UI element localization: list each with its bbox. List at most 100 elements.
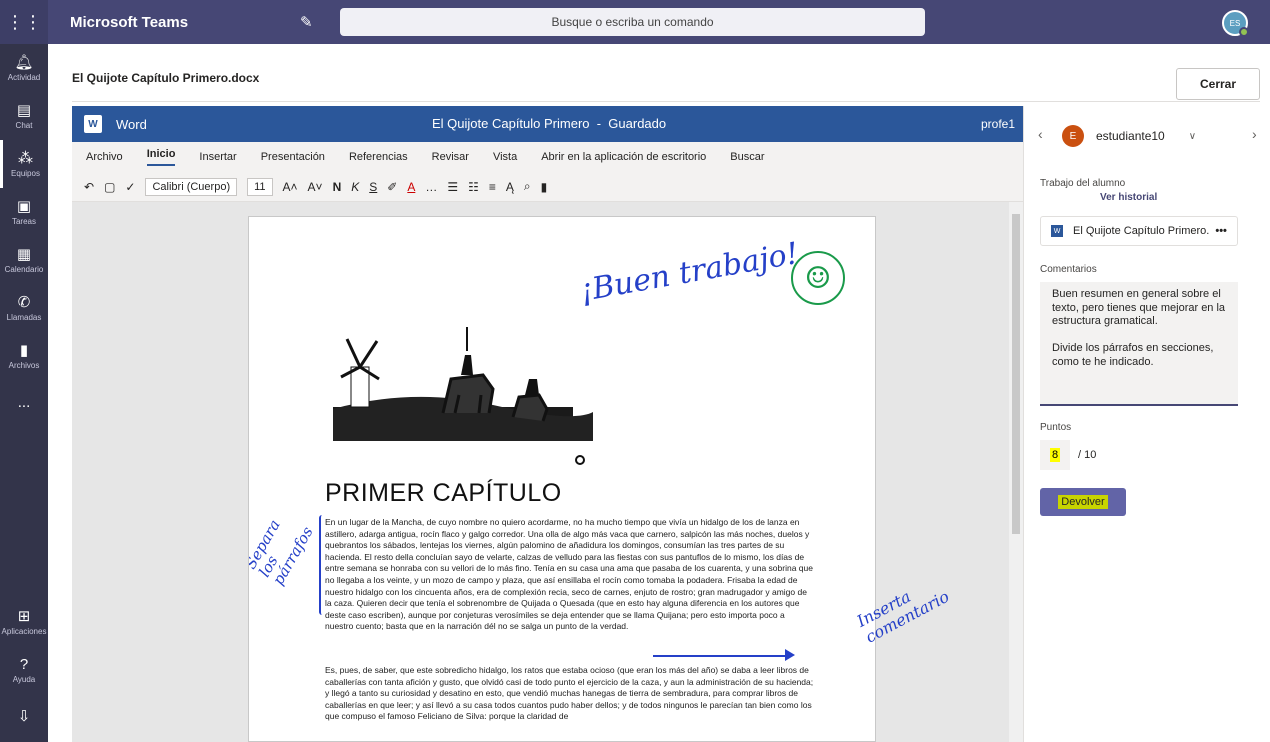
align-icon[interactable]: ≡ — [489, 180, 496, 194]
main-area: El Quijote Capítulo Primero.docx Cerrar … — [48, 44, 1270, 742]
download-icon: ⇩ — [17, 708, 31, 725]
tab-revisar[interactable]: Revisar — [432, 151, 469, 163]
rail-more-button[interactable]: ... — [0, 380, 48, 428]
styles-icon[interactable]: Ą — [506, 180, 514, 194]
rail-item-chat[interactable]: ▤ Chat — [0, 92, 48, 140]
tab-insertar[interactable]: Insertar — [199, 151, 236, 163]
quijote-illustration — [333, 327, 593, 441]
presence-icon — [1239, 27, 1249, 37]
rail-item-calls[interactable]: ✆ Llamadas — [0, 284, 48, 332]
word-file-icon: W — [1051, 225, 1063, 237]
ink-smiley: ☺ — [791, 251, 845, 305]
calendar-icon: ▦ — [16, 245, 32, 263]
left-rail: 🔔︎ Actividad ▤ Chat ⁂ Equipos ▣ Tareas ▦ Cale… — [0, 44, 48, 742]
points-max: / 10 — [1078, 449, 1097, 461]
files-icon: ▮ — [19, 341, 29, 359]
more-options-icon[interactable]: ••• — [1215, 225, 1227, 237]
bold-icon[interactable]: N — [333, 180, 342, 194]
apps-icon: ⊞ — [17, 607, 31, 625]
rail-item-teams[interactable]: ⁂ Equipos — [0, 140, 48, 188]
tab-presentacion[interactable]: Presentación — [261, 151, 325, 163]
search-input[interactable]: Busque o escriba un comando — [340, 8, 925, 36]
points-label: Puntos — [1040, 422, 1072, 433]
word-user[interactable]: profe1 — [981, 117, 1015, 131]
document-page[interactable]: PRIMER CAPÍTULO En un lugar de la Mancha… — [248, 216, 876, 742]
ink-left-note: Separa los párrafos — [248, 516, 317, 589]
word-app-label: Word — [116, 116, 147, 132]
document-canvas: PRIMER CAPÍTULO En un lugar de la Mancha… — [72, 202, 1023, 742]
points-input[interactable]: 8 — [1040, 440, 1070, 470]
bell-icon: 🔔︎ — [14, 53, 34, 71]
document-file-name: El Quijote Capítulo Primero.docx — [72, 71, 260, 85]
document-bar: El Quijote Capítulo Primero.docx Cerrar — [72, 56, 1260, 102]
top-bar: ⋮⋮ Microsoft Teams ✎ Busque o escriba un… — [0, 0, 1270, 44]
chevron-down-icon[interactable]: ∨ — [1189, 131, 1196, 142]
paragraph-2: Es, pues, de saber, que este sobredicho … — [325, 665, 814, 722]
help-icon: ? — [19, 655, 29, 673]
underline-icon[interactable]: S — [369, 180, 377, 194]
bullets-icon[interactable]: ☰ — [447, 180, 458, 194]
rail-item-download[interactable]: ⇩ — [0, 694, 48, 742]
tab-buscar[interactable]: Buscar — [730, 151, 764, 163]
scrollbar-thumb[interactable] — [1012, 214, 1020, 534]
ink-arrow-head-icon — [785, 649, 795, 661]
word-doc-title[interactable]: El Quijote Capítulo Primero - Guardado — [432, 116, 666, 131]
ink-arrow — [653, 655, 789, 657]
file-card-name: El Quijote Capítulo Primero. — [1073, 225, 1210, 237]
ink-bracket — [319, 515, 325, 615]
clipboard-icon[interactable]: ▢ — [104, 180, 115, 194]
dictate-icon[interactable]: ▮ — [541, 180, 548, 194]
grow-font-icon[interactable]: A˄ — [283, 180, 298, 194]
close-button[interactable]: Cerrar — [1176, 68, 1260, 100]
shrink-font-icon[interactable]: A˅ — [308, 180, 323, 194]
paragraph-1: En un lugar de la Mancha, de cuyo nombre… — [325, 517, 813, 632]
student-name: estudiante10 — [1096, 129, 1165, 143]
tab-open-desktop[interactable]: Abrir en la aplicación de escritorio — [541, 151, 706, 163]
rail-item-calendar[interactable]: ▦ Calendario — [0, 236, 48, 284]
rail-item-activity[interactable]: 🔔︎ Actividad — [0, 44, 48, 92]
vertical-scrollbar[interactable] — [1009, 202, 1023, 742]
italic-icon[interactable]: K — [351, 180, 359, 194]
font-color-icon[interactable]: A — [407, 180, 415, 194]
ribbon-tabs: Archivo Inicio Insertar Presentación Ref… — [72, 142, 1023, 172]
assignments-icon: ▣ — [16, 197, 32, 215]
more-icon[interactable]: … — [425, 180, 437, 194]
font-name-select[interactable]: Calibri (Cuerpo) — [145, 177, 238, 196]
history-link[interactable]: Ver historial — [1100, 192, 1157, 203]
ribbon-toolbar: ↶ ▢ ✓ Calibri (Cuerpo) 11 A˄ A˅ N K S ✐ … — [72, 172, 1023, 202]
grading-panel: ‹ E estudiante10 ∨ › Trabajo del alumno … — [1023, 106, 1270, 742]
font-size-select[interactable]: 11 — [247, 177, 273, 196]
tab-archivo[interactable]: Archivo — [86, 151, 123, 163]
return-button[interactable]: Devolver — [1040, 488, 1126, 516]
find-icon[interactable]: ⌕ — [524, 179, 531, 194]
work-label: Trabajo del alumno — [1040, 178, 1126, 189]
rail-item-assignments[interactable]: ▣ Tareas — [0, 188, 48, 236]
word-editor: W Word El Quijote Capítulo Primero - Gua… — [72, 106, 1023, 742]
app-title: Microsoft Teams — [70, 13, 189, 31]
rail-item-files[interactable]: ▮ Archivos — [0, 332, 48, 380]
numbering-icon[interactable]: ☷ — [468, 180, 479, 194]
comment-textarea[interactable]: Buen resumen en general sobre el texto, … — [1040, 282, 1238, 406]
tab-inicio[interactable]: Inicio — [146, 148, 176, 166]
tab-referencias[interactable]: Referencias — [349, 151, 408, 163]
phone-icon: ✆ — [17, 293, 31, 311]
highlight-icon[interactable]: ✐ — [387, 180, 397, 194]
file-card[interactable]: W El Quijote Capítulo Primero. ••• — [1040, 216, 1238, 246]
undo-icon[interactable]: ↶ — [84, 180, 94, 194]
next-student-icon[interactable]: › — [1252, 126, 1257, 142]
rail-item-apps[interactable]: ⊞ Aplicaciones — [0, 598, 48, 646]
user-avatar[interactable]: ES — [1222, 10, 1249, 37]
comments-label: Comentarios — [1040, 264, 1097, 275]
points-value: 8 — [1049, 448, 1061, 462]
student-selector[interactable]: E estudiante10 ∨ — [1024, 122, 1270, 150]
app-launcher-icon[interactable]: ⋮⋮ — [0, 0, 48, 44]
tab-vista[interactable]: Vista — [493, 151, 517, 163]
student-avatar: E — [1062, 125, 1084, 147]
chat-icon: ▤ — [16, 101, 32, 119]
word-logo-icon: W — [84, 115, 102, 133]
ink-praise: ¡Buen trabajo! — [577, 236, 802, 309]
format-painter-icon[interactable]: ✓ — [125, 180, 135, 194]
rail-item-help[interactable]: ? Ayuda — [0, 646, 48, 694]
handle-icon[interactable] — [575, 455, 585, 465]
compose-icon[interactable]: ✎ — [300, 13, 324, 31]
